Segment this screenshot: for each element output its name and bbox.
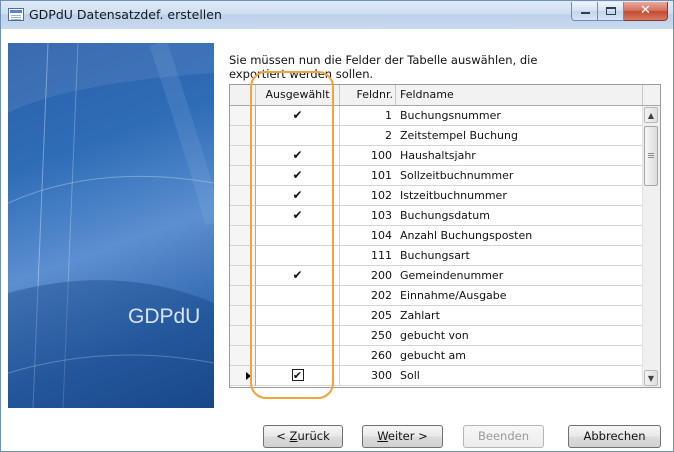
maximize-button[interactable] (598, 2, 624, 21)
header-scroll-spacer (643, 85, 660, 105)
field-name-cell: Anzahl Buchungsposten (396, 226, 643, 246)
field-number-cell: 103 (340, 206, 396, 226)
field-name-cell: Haushaltsjahr (396, 146, 643, 166)
field-name-cell: Buchungsart (396, 246, 643, 266)
field-number-cell: 102 (340, 186, 396, 206)
field-name-cell: Sollzeitbuchnummer (396, 166, 643, 186)
scroll-up-button[interactable]: ▲ (644, 107, 658, 123)
field-number-cell: 300 (340, 366, 396, 386)
dialog-window: GDPdU Datensatzdef. erstellen ✕ GDPdU Si… (0, 0, 674, 452)
field-name-cell: Einnahme/Ausgabe (396, 286, 643, 306)
field-name-cell: Zeitstempel Buchung (396, 126, 643, 146)
app-table-icon (8, 8, 24, 21)
next-button-label: eiter > (387, 429, 428, 443)
cancel-button[interactable]: Abbrechen (568, 425, 661, 448)
maximize-icon (606, 7, 616, 15)
vertical-scrollbar[interactable]: ▲ ▼ (642, 106, 660, 387)
selected-column-highlight (250, 71, 334, 399)
field-number-cell: 100 (340, 146, 396, 166)
header-field-name[interactable]: Feldname (396, 85, 643, 105)
field-name-cell: gebucht am (396, 346, 643, 366)
wizard-banner-image: GDPdU (8, 43, 214, 408)
banner-title: GDPdU (128, 305, 201, 328)
field-number-cell: 250 (340, 326, 396, 346)
minimize-button[interactable] (571, 2, 598, 21)
field-name-cell: Soll (396, 366, 643, 386)
field-name-cell: Buchungsnummer (396, 106, 643, 126)
field-number-cell: 104 (340, 226, 396, 246)
close-icon: ✕ (640, 3, 651, 18)
next-button-hotkey: W (377, 429, 388, 443)
field-name-cell: Buchungsdatum (396, 206, 643, 226)
field-number-cell: 260 (340, 346, 396, 366)
banner-decoration (8, 43, 214, 408)
scroll-down-button[interactable]: ▼ (644, 370, 658, 386)
caption-buttons: ✕ (571, 2, 668, 21)
field-number-cell: 200 (340, 266, 396, 286)
finish-button[interactable]: Beenden (463, 425, 544, 448)
field-number-cell: 202 (340, 286, 396, 306)
field-number-cell: 205 (340, 306, 396, 326)
field-name-cell: gebucht von (396, 326, 643, 346)
back-button-prefix: < (276, 429, 290, 443)
grip-icon (648, 153, 654, 158)
field-name-cell: Istzeitbuchnummer (396, 186, 643, 206)
field-name-cell: Zahlart (396, 306, 643, 326)
field-number-cell: 101 (340, 166, 396, 186)
close-button[interactable]: ✕ (624, 2, 668, 21)
field-number-cell: 1 (340, 106, 396, 126)
field-number-cell: 2 (340, 126, 396, 146)
window-title: GDPdU Datensatzdef. erstellen (29, 7, 222, 22)
header-field-number[interactable]: Feldnr. (340, 85, 396, 105)
next-button[interactable]: Weiter > (362, 425, 443, 448)
back-button[interactable]: < Zurück (263, 425, 343, 448)
field-number-cell: 111 (340, 246, 396, 266)
minimize-icon (581, 12, 590, 14)
scroll-thumb[interactable] (644, 126, 658, 186)
back-button-label: urück (297, 429, 330, 443)
chevron-up-icon: ▲ (647, 111, 655, 120)
title-bar[interactable]: GDPdU Datensatzdef. erstellen ✕ (1, 1, 673, 29)
chevron-down-icon: ▼ (647, 374, 655, 383)
field-name-cell: Gemeindenummer (396, 266, 643, 286)
